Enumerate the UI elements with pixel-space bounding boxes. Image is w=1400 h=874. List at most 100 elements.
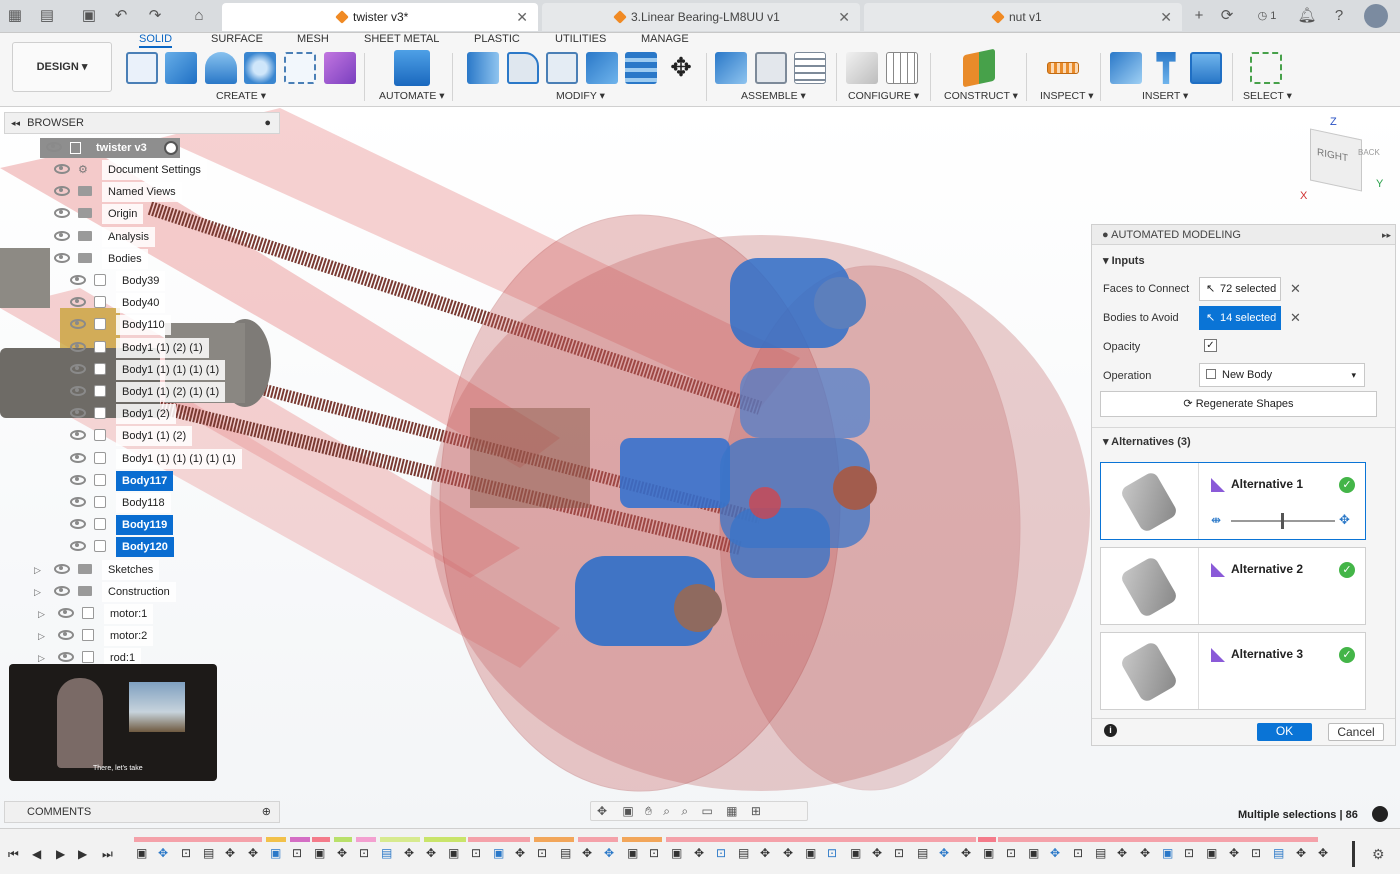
- group-construct[interactable]: CONSTRUCT ▾: [944, 90, 1018, 102]
- tab-mesh[interactable]: MESH: [297, 33, 329, 45]
- expand-triangle-icon[interactable]: ▷: [38, 626, 45, 646]
- visibility-eye-icon[interactable]: [70, 342, 86, 352]
- insert-mcmaster-icon[interactable]: [1156, 52, 1176, 84]
- browser-item[interactable]: Body1 (1) (2): [70, 426, 193, 446]
- timeline-feature-icon[interactable]: ✥: [694, 846, 708, 860]
- timeline-group-bar[interactable]: [380, 837, 420, 842]
- tab-manage[interactable]: MANAGE: [641, 33, 689, 45]
- home-icon[interactable]: ⌂: [188, 6, 210, 26]
- play-icon[interactable]: ▶: [56, 847, 65, 861]
- expand-triangle-icon[interactable]: ▷: [34, 582, 41, 602]
- viewports-icon[interactable]: ⊞: [751, 804, 761, 818]
- browser-item[interactable]: Bodies: [54, 249, 148, 269]
- timeline-feature-icon[interactable]: ⊡: [827, 846, 841, 860]
- expand-icon[interactable]: ▸▸: [1382, 225, 1391, 245]
- add-comment-icon[interactable]: ⊕: [262, 802, 271, 822]
- timeline-marker[interactable]: [1352, 841, 1355, 867]
- close-icon[interactable]: ✕: [838, 3, 850, 31]
- browser-item[interactable]: Body117: [70, 471, 174, 491]
- timeline-feature-icon[interactable]: ✥: [248, 846, 262, 860]
- timeline-group-bar[interactable]: [998, 837, 1318, 842]
- timeline-feature-icon[interactable]: ⊡: [649, 846, 663, 860]
- timeline-feature-icon[interactable]: ▤: [738, 846, 752, 860]
- inputs-section[interactable]: ▾ Inputs: [1103, 254, 1145, 267]
- move-copy-icon[interactable]: ✥: [665, 52, 697, 84]
- ok-button[interactable]: OK: [1257, 723, 1312, 741]
- undo-icon[interactable]: ↶: [110, 6, 132, 26]
- browser-item[interactable]: ▷ Construction: [34, 582, 176, 602]
- browser-item[interactable]: ▷ motor:2: [38, 626, 154, 646]
- grid-settings-icon[interactable]: ▦: [726, 804, 737, 818]
- group-automate[interactable]: AUTOMATE ▾: [379, 90, 445, 102]
- timeline-feature-icon[interactable]: ⊡: [471, 846, 485, 860]
- visibility-eye-icon[interactable]: [54, 208, 70, 218]
- timeline-feature-icon[interactable]: ▤: [560, 846, 574, 860]
- browser-root[interactable]: twister v3: [40, 138, 180, 158]
- timeline-feature-icon[interactable]: ✥: [1050, 846, 1064, 860]
- visibility-eye-icon[interactable]: [54, 231, 70, 241]
- insert-image-icon[interactable]: [1190, 52, 1222, 84]
- sync-icon[interactable]: ⟳: [1216, 6, 1238, 26]
- timeline-group-bar[interactable]: [312, 837, 330, 842]
- expand-triangle-icon[interactable]: ▷: [38, 604, 45, 624]
- browser-item[interactable]: Body119: [70, 515, 174, 535]
- browser-item[interactable]: Analysis: [54, 227, 155, 247]
- video-overlay[interactable]: There, let's take: [9, 664, 217, 781]
- comments-panel[interactable]: COMMENTS ⊕: [4, 801, 280, 823]
- pan-icon[interactable]: ✋︎: [645, 804, 652, 818]
- timeline-feature-icon[interactable]: ✥: [158, 846, 172, 860]
- group-select[interactable]: SELECT ▾: [1243, 90, 1292, 102]
- visibility-eye-icon[interactable]: [70, 275, 86, 285]
- tab-nut[interactable]: nut v1 ✕: [864, 3, 1182, 31]
- cancel-button[interactable]: Cancel: [1328, 723, 1384, 741]
- operation-dropdown[interactable]: New Body ▾: [1199, 363, 1365, 387]
- new-component-icon[interactable]: [715, 52, 747, 84]
- measure-icon[interactable]: [1047, 62, 1079, 74]
- step-forward-icon[interactable]: ▶: [78, 847, 87, 861]
- timeline-feature-icon[interactable]: ▤: [381, 846, 395, 860]
- timeline-feature-icon[interactable]: ▣: [1028, 846, 1042, 860]
- timeline-group-bar[interactable]: [534, 837, 574, 842]
- grid-icon[interactable]: ▦: [4, 6, 26, 26]
- timeline-feature-icon[interactable]: ▣: [627, 846, 641, 860]
- timeline-feature-icon[interactable]: ▣: [1162, 846, 1176, 860]
- visibility-eye-icon[interactable]: [58, 652, 74, 662]
- step-back-icon[interactable]: ◀: [32, 847, 41, 861]
- select-icon[interactable]: [1250, 52, 1282, 84]
- timeline-feature-icon[interactable]: ✥: [961, 846, 975, 860]
- timeline-group-bar[interactable]: [334, 837, 352, 842]
- timeline-feature-icon[interactable]: ▤: [1095, 846, 1109, 860]
- help-icon[interactable]: ?: [1328, 6, 1350, 26]
- browser-item[interactable]: Body120: [70, 537, 174, 557]
- visibility-eye-icon[interactable]: [54, 186, 70, 196]
- timeline-feature-icon[interactable]: ✥: [604, 846, 618, 860]
- configuration-table-icon[interactable]: [886, 52, 918, 84]
- info-icon[interactable]: i: [1104, 724, 1117, 737]
- collapse-icon[interactable]: ◂◂: [11, 118, 20, 128]
- timeline-feature-icon[interactable]: ✥: [1296, 846, 1310, 860]
- timeline-feature-icon[interactable]: ✥: [404, 846, 418, 860]
- visibility-eye-icon[interactable]: [54, 164, 70, 174]
- browser-item[interactable]: Body118: [70, 493, 171, 513]
- visibility-eye-icon[interactable]: [70, 541, 86, 551]
- display-settings-icon[interactable]: ▭: [701, 804, 712, 818]
- redo-icon[interactable]: ↷: [144, 6, 166, 26]
- timeline-feature-icon[interactable]: ⊡: [292, 846, 306, 860]
- timeline-group-bar[interactable]: [978, 837, 996, 842]
- timeline-feature-icon[interactable]: ▣: [805, 846, 819, 860]
- hole-icon[interactable]: [244, 52, 276, 84]
- timeline-feature-icon[interactable]: ✥: [1140, 846, 1154, 860]
- bill-of-materials-icon[interactable]: [794, 52, 826, 84]
- joint-icon[interactable]: [755, 52, 787, 84]
- save-icon[interactable]: ▣: [78, 6, 100, 26]
- tab-sheet-metal[interactable]: SHEET METAL: [364, 33, 439, 45]
- alternative-2-card[interactable]: Alternative 2 ✓: [1100, 547, 1366, 625]
- timeline-feature-icon[interactable]: ⊡: [1184, 846, 1198, 860]
- timeline-group-bar[interactable]: [468, 837, 530, 842]
- browser-item[interactable]: Body110: [70, 315, 171, 335]
- timeline-group-bar[interactable]: [134, 837, 262, 842]
- go-to-end-icon[interactable]: ⏭: [102, 847, 113, 862]
- timeline-group-bar[interactable]: [290, 837, 310, 842]
- visibility-eye-icon[interactable]: [70, 408, 86, 418]
- timeline-feature-icon[interactable]: ✥: [783, 846, 797, 860]
